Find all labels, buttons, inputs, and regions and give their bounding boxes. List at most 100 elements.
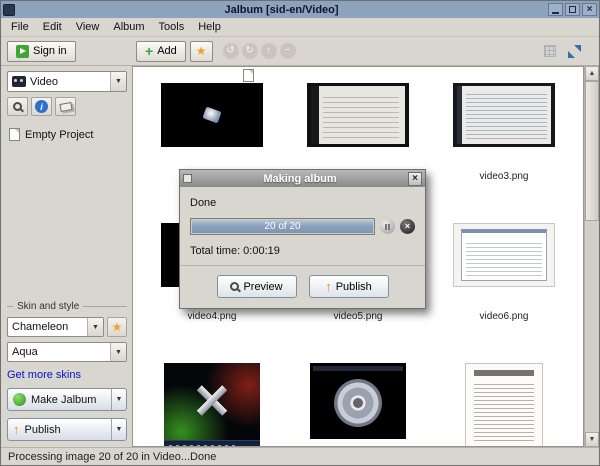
- video-thumbnail[interactable]: [465, 363, 543, 447]
- sidebar: Video ▼ i Empty Project Skin and style C…: [1, 66, 132, 447]
- fullscreen-icon[interactable]: [568, 45, 581, 58]
- total-time-text: Total time: 0:00:19: [190, 245, 415, 257]
- menu-help[interactable]: Help: [191, 19, 228, 35]
- make-album-label: Make Jalbum: [31, 394, 96, 406]
- dialog-publish-button[interactable]: ↑ Publish: [309, 275, 389, 298]
- thumbnail-item[interactable]: [465, 363, 543, 447]
- skin-select[interactable]: Chameleon ▼: [7, 317, 104, 337]
- info-icon: i: [35, 100, 48, 113]
- project-item-label: Empty Project: [25, 129, 93, 141]
- pause-button[interactable]: [380, 219, 395, 234]
- video-thumbnail[interactable]: [453, 83, 555, 147]
- skin-select-value: Chameleon: [12, 321, 87, 333]
- skin-section: Skin and style Chameleon ▼ ★ Aqua ▼: [7, 301, 127, 441]
- rotate-left-icon[interactable]: ↺: [223, 43, 239, 59]
- publish-button[interactable]: ↑ Publish ▼: [7, 418, 127, 441]
- jalbum-window: Jalbum [sid-en/Video] × File Edit View A…: [0, 0, 600, 466]
- toolbar: Sign in + Add ★ ↺ ↻ ↑ −: [1, 37, 599, 66]
- video-thumbnail[interactable]: [161, 83, 263, 147]
- menu-edit[interactable]: Edit: [36, 19, 69, 35]
- chevron-down-icon[interactable]: ▼: [87, 318, 103, 336]
- toolbar-actions: + Add ★ ↺ ↻ ↑ −: [136, 41, 296, 62]
- sign-in-button[interactable]: Sign in: [7, 41, 76, 62]
- dialog-close-button[interactable]: ×: [408, 172, 422, 186]
- vertical-scrollbar[interactable]: ▲ ▼: [584, 66, 599, 447]
- menu-file[interactable]: File: [4, 19, 36, 35]
- sign-in-icon: [16, 45, 29, 58]
- add-button[interactable]: + Add: [136, 41, 186, 62]
- making-album-dialog: Making album × Done 20 of 20 × Total tim…: [179, 169, 426, 309]
- dialog-separator: [180, 265, 425, 266]
- preview-button[interactable]: Preview: [217, 275, 297, 298]
- maximize-button[interactable]: [565, 3, 580, 16]
- video-thumbnail[interactable]: [453, 223, 555, 287]
- window-title: Jalbum [sid-en/Video]: [17, 4, 546, 16]
- skin-star-button[interactable]: ★: [107, 317, 127, 337]
- close-icon: ×: [587, 5, 593, 15]
- menu-album[interactable]: Album: [106, 19, 151, 35]
- thumbnail-item[interactable]: video3.png: [453, 83, 555, 215]
- info-button[interactable]: i: [31, 97, 52, 116]
- dialog-icon: [183, 174, 192, 183]
- thumbnail-item[interactable]: [310, 363, 406, 447]
- menu-bar: File Edit View Album Tools Help: [1, 18, 599, 37]
- chevron-down-icon[interactable]: ▼: [110, 72, 126, 91]
- progress-bar: 20 of 20: [190, 218, 375, 235]
- dialog-publish-label: Publish: [336, 281, 372, 293]
- view-controls: [544, 45, 581, 58]
- thumbnail-view-icon[interactable]: [544, 45, 556, 57]
- sidebar-tools: i: [7, 97, 127, 116]
- chevron-down-icon[interactable]: ▼: [110, 343, 126, 361]
- scroll-down-button[interactable]: ▼: [585, 432, 599, 447]
- publish-icon: ↑: [13, 423, 20, 436]
- rotate-right-icon[interactable]: ↻: [242, 43, 258, 59]
- move-up-icon[interactable]: ↑: [261, 43, 277, 59]
- preview-label: Preview: [243, 281, 282, 293]
- search-icon: [13, 102, 22, 111]
- folder-select[interactable]: Video ▼: [7, 71, 127, 92]
- video-thumbnail[interactable]: [310, 363, 406, 439]
- thumbnail-caption-strip: [164, 440, 260, 447]
- minimize-icon: [552, 6, 559, 14]
- make-album-dropdown[interactable]: ▼: [111, 389, 126, 410]
- folder-select-value: Video: [30, 76, 110, 88]
- thumbnail-label: video4.png: [188, 311, 237, 323]
- project-item[interactable]: Empty Project: [7, 128, 127, 141]
- close-button[interactable]: ×: [582, 3, 597, 16]
- scrollbar-thumb[interactable]: [585, 81, 599, 221]
- scrollbar-track[interactable]: [585, 81, 599, 432]
- thumbnail-label: video3.png: [480, 171, 529, 183]
- make-album-button[interactable]: Make Jalbum ▼: [7, 388, 127, 411]
- tags-button[interactable]: [55, 97, 76, 116]
- file-icon: [243, 69, 254, 82]
- blank-page-icon: [9, 128, 20, 141]
- thumbnail-label: video5.png: [334, 311, 383, 323]
- close-icon: ×: [412, 174, 418, 184]
- favorites-button[interactable]: ★: [190, 41, 213, 62]
- star-icon: ★: [196, 45, 207, 57]
- dialog-body: Done 20 of 20 × Total time: 0:00:19 Prev…: [180, 187, 425, 308]
- star-icon: ★: [112, 321, 123, 333]
- scroll-up-button[interactable]: ▲: [585, 66, 599, 81]
- tags-icon: [59, 102, 72, 112]
- dialog-titlebar[interactable]: Making album ×: [180, 170, 425, 187]
- style-select[interactable]: Aqua ▼: [7, 342, 127, 362]
- publish-dropdown[interactable]: ▼: [111, 419, 126, 440]
- thumbnail-label: video6.png: [480, 311, 529, 323]
- get-more-skins-link[interactable]: Get more skins: [7, 369, 81, 381]
- minimize-button[interactable]: [548, 3, 563, 16]
- video-thumbnail[interactable]: [164, 363, 260, 447]
- app-icon: [3, 4, 15, 16]
- video-thumbnail[interactable]: [307, 83, 409, 147]
- cancel-button[interactable]: ×: [400, 219, 415, 234]
- menu-tools[interactable]: Tools: [152, 19, 192, 35]
- dialog-title: Making album: [195, 173, 405, 185]
- remove-icon[interactable]: −: [280, 43, 296, 59]
- status-bar: Processing image 20 of 20 in Video...Don…: [1, 447, 599, 465]
- titlebar[interactable]: Jalbum [sid-en/Video] ×: [1, 1, 599, 18]
- thumbnail-item[interactable]: [164, 363, 260, 447]
- thumbnail-item[interactable]: video6.png: [453, 223, 555, 355]
- search-button[interactable]: [7, 97, 28, 116]
- maximize-icon: [569, 6, 576, 13]
- menu-view[interactable]: View: [69, 19, 107, 35]
